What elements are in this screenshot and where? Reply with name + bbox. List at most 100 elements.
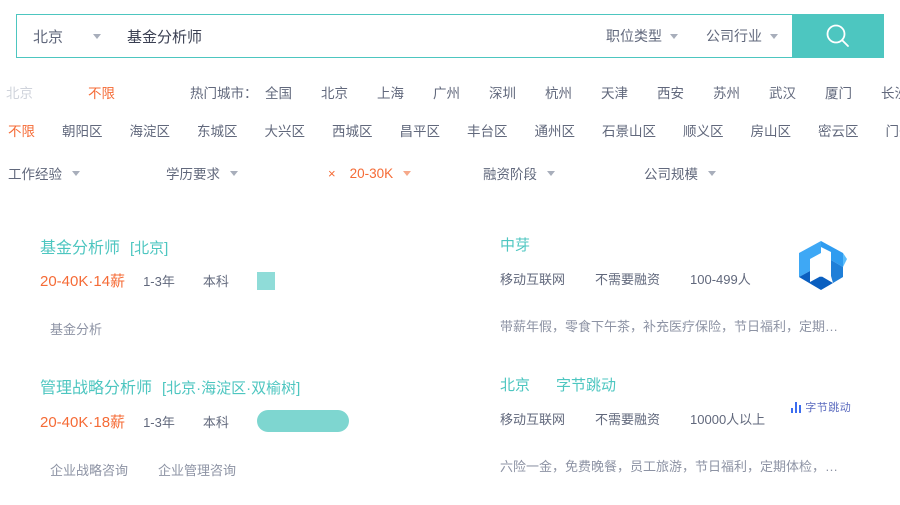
district-fangshan[interactable]: 房山区 <box>751 120 792 140</box>
hot-city-wuhan[interactable]: 武汉 <box>769 82 796 102</box>
redaction-block <box>256 271 275 290</box>
chevron-down-icon <box>670 33 678 39</box>
search-input[interactable] <box>113 15 592 57</box>
job-title[interactable]: 基金分析师 <box>40 234 120 258</box>
job-education: 本科 <box>202 414 229 430</box>
city-selector[interactable]: 北京 <box>17 15 113 57</box>
city-filter-unlimited[interactable]: 不限 <box>88 82 115 102</box>
job-tag[interactable]: 基金分析 <box>50 319 102 338</box>
company-benefits: 带薪年假，零食下午茶，补充医疗保险，节日福利，定期… <box>500 319 839 334</box>
hot-cities-label: 热门城市： <box>190 86 258 101</box>
chevron-down-icon <box>93 33 101 39</box>
job-tag[interactable]: 企业管理咨询 <box>158 460 236 479</box>
chevron-down-icon <box>770 33 778 39</box>
job-tag[interactable]: 企业战略咨询 <box>50 460 128 479</box>
company-logo: 字节跳动 <box>788 374 854 440</box>
company-industry: 移动互联网 <box>500 272 566 287</box>
advanced-filter-row: 工作经验 学历要求 × 20-30K 融资阶段 公司规模 <box>0 156 900 190</box>
search-header: 北京 职位类型 公司行业 <box>16 14 884 58</box>
job-card[interactable]: 基金分析师 [北京] 20-40K·14薪 1-3年 本科 基金分析 中芽 移动… <box>0 206 900 346</box>
company-size: 10000人以上 <box>690 412 766 427</box>
education-filter[interactable]: 学历要求 <box>166 163 238 183</box>
hot-city-quanguo[interactable]: 全国 <box>265 82 292 102</box>
hot-city-beijing[interactable]: 北京 <box>321 82 348 102</box>
search-fields: 北京 职位类型 公司行业 <box>16 14 792 58</box>
company-funding: 不需要融资 <box>595 412 661 427</box>
district-filter-row: 不限 朝阳区 海淀区 东城区 大兴区 西城区 昌平区 丰台区 通州区 石景山区 … <box>0 114 900 146</box>
job-results-list: 基金分析师 [北京] 20-40K·14薪 1-3年 本科 基金分析 中芽 移动… <box>0 206 900 486</box>
hot-city-changsha[interactable]: 长沙 <box>881 82 900 102</box>
job-education: 本科 <box>202 274 229 289</box>
job-title[interactable]: 管理战略分析师 <box>40 374 152 398</box>
experience-filter[interactable]: 工作经验 <box>8 163 80 183</box>
district-chaoyang[interactable]: 朝阳区 <box>62 120 103 140</box>
search-button[interactable] <box>792 14 884 58</box>
job-card-body: 管理战略分析师 [北京·海淀区·双榆树] 20-40K·18薪 1-3年 本科 … <box>40 374 876 479</box>
district-fengtai[interactable]: 丰台区 <box>467 120 508 140</box>
search-icon <box>826 24 849 47</box>
hot-city-tianjin[interactable]: 天津 <box>601 82 628 102</box>
job-experience: 1-3年 <box>143 414 175 430</box>
job-tag-row: 企业战略咨询 企业管理咨询 <box>40 460 500 479</box>
job-title-line: 管理战略分析师 [北京·海淀区·双榆树] <box>40 374 500 398</box>
district-shijingshan[interactable]: 石景山区 <box>602 120 656 140</box>
hot-cities-list: 全国 北京 上海 广州 深圳 杭州 天津 西安 苏州 武汉 厦门 长沙 成都 <box>265 82 900 102</box>
district-dongcheng[interactable]: 东城区 <box>197 120 238 140</box>
company-name-prefix: 北京 <box>500 377 531 394</box>
city-filter-row: 北京 不限 热门城市： 全国 北京 上海 广州 深圳 杭州 天津 西安 苏州 武… <box>0 76 900 108</box>
job-tag-row: 基金分析 <box>40 319 500 338</box>
company-name[interactable]: 字节跳动 <box>556 374 616 395</box>
district-list: 不限 朝阳区 海淀区 东城区 大兴区 西城区 昌平区 丰台区 通州区 石景山区 … <box>8 120 900 140</box>
job-location: [北京] <box>130 240 169 257</box>
bytedance-logo-text: 字节跳动 <box>805 402 852 414</box>
city-selector-label: 北京 <box>33 28 64 46</box>
company-funding: 不需要融资 <box>595 272 661 287</box>
hexagon-cube-logo-icon <box>799 241 847 290</box>
redaction-block <box>256 410 349 432</box>
company-info: 北京 字节跳动 移动互联网 不需要融资 10000人以上 六险一金，免费晚餐，员… <box>500 374 876 475</box>
hot-city-suzhou[interactable]: 苏州 <box>713 82 740 102</box>
job-type-dropdown-label: 职位类型 <box>606 28 662 44</box>
company-name[interactable]: 中芽 <box>500 234 530 255</box>
district-unlimited[interactable]: 不限 <box>8 120 35 140</box>
district-miyun[interactable]: 密云区 <box>818 120 859 140</box>
district-tongzhou[interactable]: 通州区 <box>535 120 576 140</box>
company-industry-dropdown[interactable]: 公司行业 <box>692 15 792 57</box>
salary-filter[interactable]: × 20-30K <box>328 166 412 181</box>
job-info: 管理战略分析师 [北京·海淀区·双榆树] 20-40K·18薪 1-3年 本科 … <box>40 374 500 479</box>
hot-city-hangzhou[interactable]: 杭州 <box>545 82 572 102</box>
job-meta: 20-40K·18薪 1-3年 本科 <box>40 410 500 432</box>
company-industry: 移动互联网 <box>500 412 566 427</box>
company-size-filter[interactable]: 公司规模 <box>644 163 716 183</box>
job-meta: 20-40K·14薪 1-3年 本科 <box>40 270 500 291</box>
company-size: 100-499人 <box>690 272 751 287</box>
hot-city-shanghai[interactable]: 上海 <box>377 82 404 102</box>
hot-city-shenzhen[interactable]: 深圳 <box>489 82 516 102</box>
district-mentougou[interactable]: 门头沟区 <box>886 120 900 140</box>
district-daxing[interactable]: 大兴区 <box>265 120 306 140</box>
job-type-dropdown[interactable]: 职位类型 <box>592 15 692 57</box>
chevron-down-icon <box>72 170 80 176</box>
company-info: 中芽 移动互联网 不需要融资 100-499人 带薪年假，零食下午茶，补充医疗保… <box>500 234 876 335</box>
chevron-down-icon <box>230 170 238 176</box>
company-logo <box>788 234 854 300</box>
job-experience: 1-3年 <box>143 274 175 289</box>
hot-city-xiamen[interactable]: 厦门 <box>825 82 852 102</box>
bytedance-logo-icon: 字节跳动 <box>790 399 852 415</box>
job-salary: 20-40K·14薪 <box>40 273 126 290</box>
district-changping[interactable]: 昌平区 <box>400 120 441 140</box>
job-card-body: 基金分析师 [北京] 20-40K·14薪 1-3年 本科 基金分析 中芽 移动… <box>40 234 876 338</box>
district-shunyi[interactable]: 顺义区 <box>683 120 724 140</box>
district-xicheng[interactable]: 西城区 <box>332 120 373 140</box>
funding-stage-filter-label: 融资阶段 <box>483 167 537 182</box>
funding-stage-filter[interactable]: 融资阶段 <box>483 163 555 183</box>
clear-salary-filter-icon[interactable]: × <box>328 166 336 181</box>
district-haidian[interactable]: 海淀区 <box>130 120 171 140</box>
job-card[interactable]: 管理战略分析师 [北京·海淀区·双榆树] 20-40K·18薪 1-3年 本科 … <box>0 346 900 486</box>
chevron-down-icon <box>403 170 412 176</box>
job-search-page: 北京 职位类型 公司行业 北京 不限 热门城市： 全国 <box>0 0 900 505</box>
hot-city-guangzhou[interactable]: 广州 <box>433 82 460 102</box>
company-industry-dropdown-label: 公司行业 <box>706 28 762 44</box>
education-filter-label: 学历要求 <box>166 167 220 182</box>
hot-city-xian[interactable]: 西安 <box>657 82 684 102</box>
